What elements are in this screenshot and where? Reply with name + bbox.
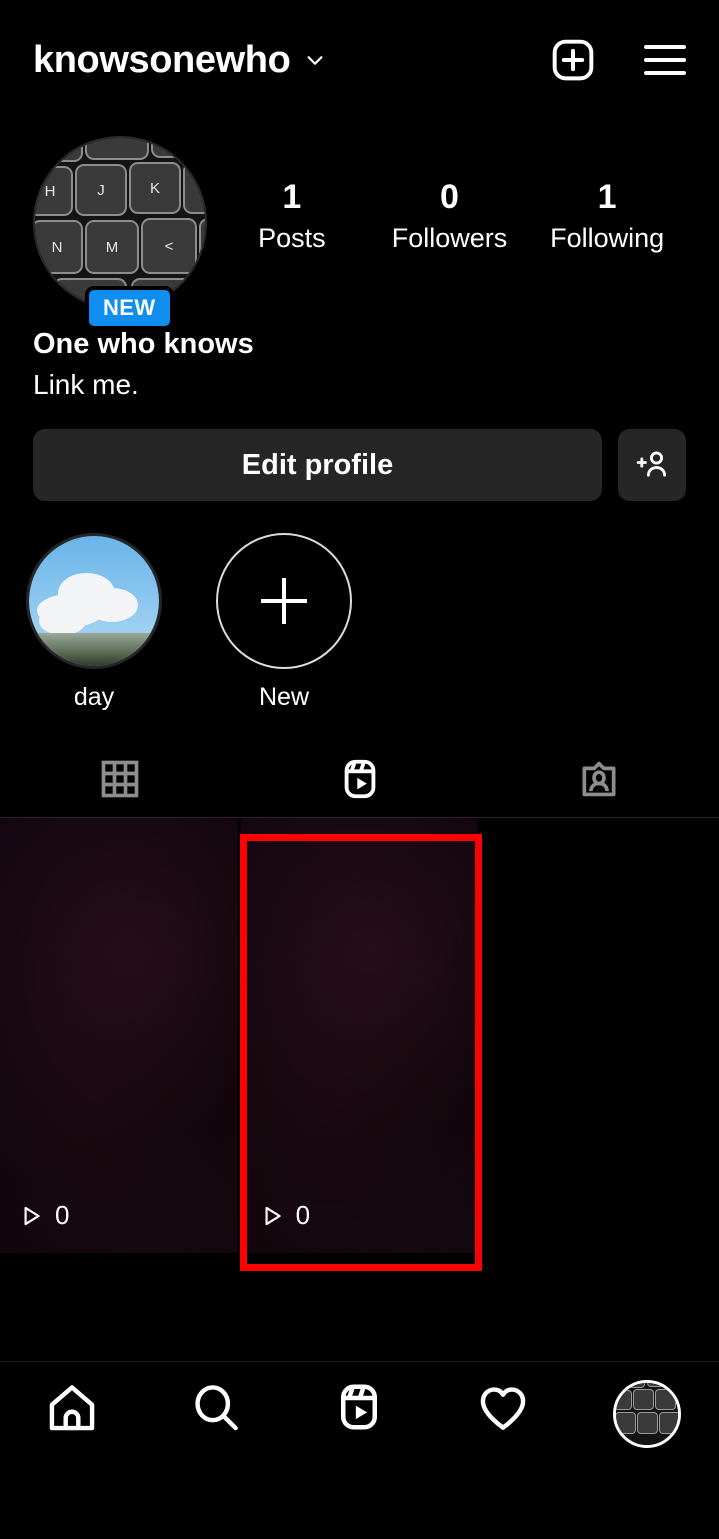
keyboard-avatar: H J K N M <	[35, 138, 205, 308]
nav-search[interactable]	[144, 1380, 288, 1441]
story-highlights: day New	[0, 501, 719, 712]
page-title: knowsonewho	[33, 38, 291, 81]
stat-value: 0	[440, 178, 459, 216]
nav-activity[interactable]	[431, 1380, 575, 1441]
display-name: One who knows	[33, 328, 254, 360]
reels-icon	[332, 1380, 386, 1439]
plus-square-icon[interactable]	[548, 35, 598, 85]
reels-icon	[337, 756, 383, 807]
reel-empty-slot	[481, 818, 719, 1254]
sky-clouds-thumbnail	[26, 533, 162, 670]
hamburger-line	[644, 58, 686, 62]
hamburger-line	[644, 71, 686, 75]
profile-summary: H J K N M < NEW 1 Posts 0 Followers 1 Fo…	[0, 120, 719, 330]
grid-icon	[98, 757, 142, 806]
play-count: 0	[259, 1200, 310, 1231]
tab-reels[interactable]	[240, 746, 480, 817]
plus-icon	[261, 578, 307, 625]
edit-profile-button[interactable]: Edit profile	[33, 429, 602, 502]
highlight-new[interactable]: New	[214, 533, 354, 712]
highlight-label: New	[258, 683, 309, 712]
tab-grid[interactable]	[0, 746, 240, 817]
nav-reels[interactable]	[288, 1380, 432, 1439]
ground-band	[29, 632, 159, 667]
nav-home[interactable]	[0, 1380, 144, 1441]
hamburger-menu-icon[interactable]	[644, 45, 686, 75]
instagram-profile-screen: knowsonewho H J K N M < NEW 1 Posts 0 Fo…	[0, 0, 719, 1539]
reel-preview-image	[0, 818, 238, 1254]
stat-label: Following	[550, 223, 665, 254]
stat-posts[interactable]: 1 Posts	[232, 178, 352, 254]
header-actions	[548, 35, 686, 85]
add-highlight-button[interactable]	[216, 533, 352, 670]
play-count-value: 0	[55, 1200, 70, 1231]
profile-tabs	[0, 746, 719, 819]
highlight-day[interactable]: day	[24, 533, 164, 712]
stat-label: Followers	[391, 223, 508, 254]
search-icon	[188, 1380, 244, 1441]
avatar-block: H J K N M < NEW	[33, 136, 213, 330]
stat-value: 1	[282, 178, 302, 216]
hamburger-line	[644, 45, 686, 49]
chevron-down-icon[interactable]	[304, 49, 326, 71]
reel-thumbnail[interactable]: 0	[240, 818, 479, 1254]
play-count-value: 0	[295, 1200, 311, 1231]
reel-thumbnail[interactable]: 0	[0, 818, 238, 1254]
heart-icon	[475, 1380, 531, 1441]
play-triangle-icon	[265, 1206, 281, 1226]
stat-label: Posts	[258, 223, 326, 254]
home-icon	[44, 1380, 100, 1441]
tagged-person-icon	[577, 757, 621, 806]
bottom-navigation	[0, 1361, 719, 1539]
stat-followers[interactable]: 0 Followers	[389, 178, 509, 254]
profile-actions: Edit profile	[0, 403, 719, 502]
reel-preview-image	[240, 818, 479, 1254]
play-triangle-icon	[24, 1206, 40, 1226]
tab-tagged[interactable]	[479, 746, 719, 817]
stat-value: 1	[597, 178, 617, 216]
play-count: 0	[18, 1200, 69, 1231]
username-switcher[interactable]: knowsonewho	[33, 39, 548, 82]
keyboard-avatar	[616, 1383, 679, 1445]
nav-profile[interactable]	[575, 1380, 719, 1448]
stat-following[interactable]: 1 Following	[547, 178, 667, 254]
add-person-button[interactable]	[618, 429, 686, 502]
highlight-label: day	[73, 683, 115, 712]
cloud-shape	[39, 606, 87, 636]
profile-avatar-icon	[613, 1380, 682, 1448]
app-header: knowsonewho	[0, 0, 719, 120]
new-badge: NEW	[85, 286, 174, 330]
avatar[interactable]: H J K N M <	[33, 136, 207, 310]
person-add-icon	[634, 446, 670, 485]
bio-text: Link me.	[33, 368, 139, 400]
stats-row: 1 Posts 0 Followers 1 Following	[213, 136, 686, 254]
reels-grid: 0 0	[0, 818, 719, 1254]
